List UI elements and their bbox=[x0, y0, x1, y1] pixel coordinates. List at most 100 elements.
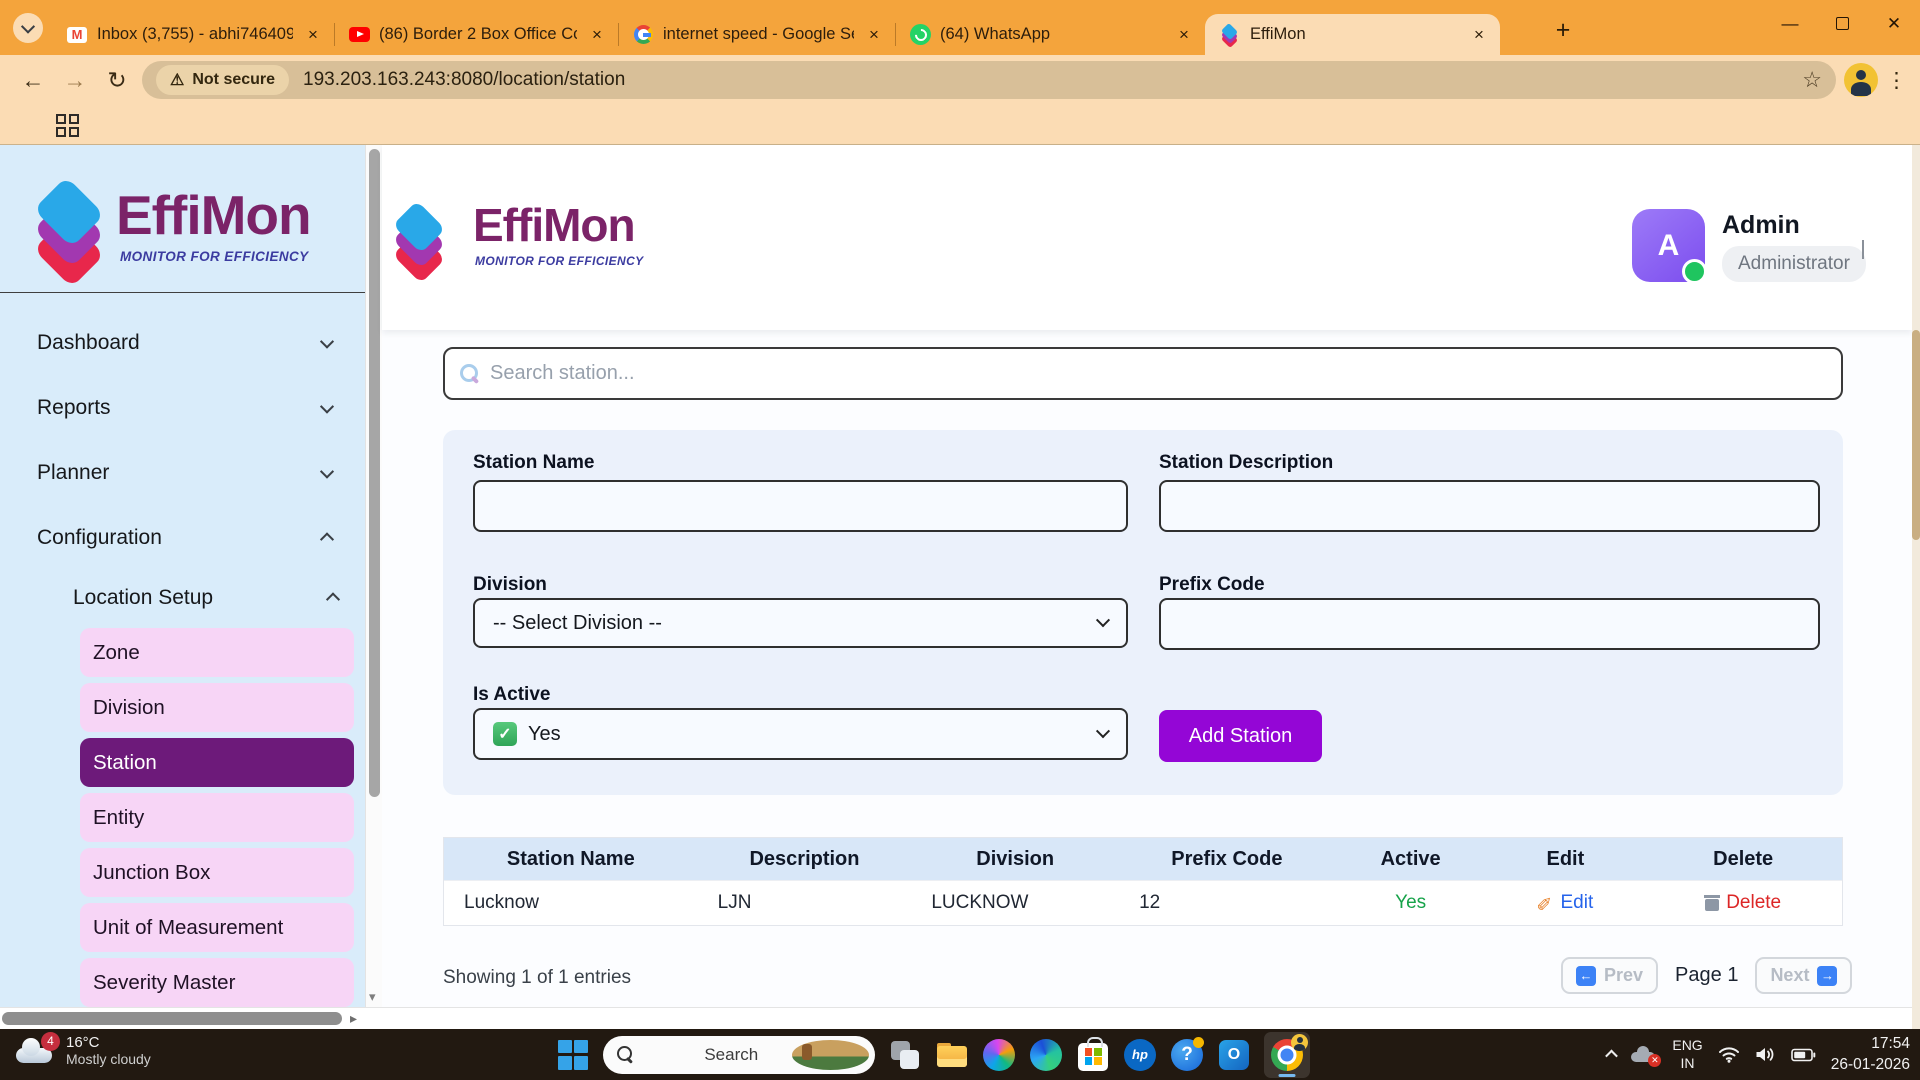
cell-division: LUCKNOW bbox=[911, 881, 1119, 925]
prev-label: Prev bbox=[1604, 965, 1643, 986]
tab-close-icon[interactable]: × bbox=[302, 24, 324, 46]
get-help-button[interactable]: ? bbox=[1170, 1038, 1204, 1072]
horizontal-scrollbar[interactable]: ▸ bbox=[0, 1007, 1912, 1029]
sidebar-item-zone[interactable]: Zone bbox=[80, 628, 354, 677]
chrome-button-active[interactable] bbox=[1264, 1032, 1310, 1078]
prefix-code-input[interactable] bbox=[1159, 598, 1820, 650]
user-menu-chevron[interactable] bbox=[1862, 240, 1864, 258]
browser-menu-icon[interactable]: ⋮ bbox=[1886, 68, 1904, 93]
table-row: Lucknow LJN LUCKNOW 12 Yes ✎ Edit bbox=[444, 880, 1842, 925]
sidebar-item-junction-box[interactable]: Junction Box bbox=[80, 848, 354, 897]
edit-link[interactable]: ✎ Edit bbox=[1538, 892, 1594, 915]
page-vertical-scrollbar[interactable] bbox=[1912, 145, 1920, 1029]
delete-link[interactable]: Delete bbox=[1705, 892, 1781, 914]
reload-button[interactable]: ↻ bbox=[100, 63, 134, 97]
help-icon: ? bbox=[1171, 1039, 1203, 1071]
user-avatar[interactable]: A bbox=[1632, 209, 1705, 282]
sidebar-item-reports[interactable]: Reports bbox=[0, 388, 365, 428]
sidebar-item-configuration[interactable]: Configuration bbox=[0, 518, 365, 558]
new-tab-button[interactable]: + bbox=[1548, 15, 1578, 45]
screen: Inbox (3,755) - abhi7464099@g × (86) Bor… bbox=[0, 0, 1920, 1080]
onedrive-icon[interactable]: ✕ bbox=[1631, 1046, 1657, 1064]
taskbar-clock[interactable]: 17:54 26-01-2026 bbox=[1831, 1034, 1910, 1074]
sidebar-item-unit-of-measurement[interactable]: Unit of Measurement bbox=[80, 903, 354, 952]
minimize-button[interactable]: — bbox=[1764, 0, 1816, 47]
edge-button[interactable] bbox=[1029, 1038, 1063, 1072]
chevron-down-icon bbox=[320, 465, 334, 479]
tab-whatsapp[interactable]: (64) WhatsApp × bbox=[895, 14, 1205, 55]
language-line2: IN bbox=[1672, 1055, 1702, 1073]
taskbar-search[interactable]: Search bbox=[603, 1036, 875, 1074]
language-indicator[interactable]: ENG IN bbox=[1672, 1037, 1702, 1072]
back-button[interactable]: ← bbox=[16, 63, 50, 97]
station-name-input[interactable] bbox=[473, 480, 1128, 532]
tab-close-icon[interactable]: × bbox=[586, 24, 608, 46]
sidebar-item-label: Dashboard bbox=[37, 331, 140, 355]
tab-title: (86) Border 2 Box Office Collecti bbox=[379, 25, 577, 44]
copilot-button[interactable] bbox=[982, 1038, 1016, 1072]
tab-close-icon[interactable]: × bbox=[1468, 24, 1490, 46]
start-button[interactable] bbox=[556, 1038, 590, 1072]
url-text[interactable]: 193.203.163.243:8080/location/station bbox=[303, 69, 625, 91]
task-view-button[interactable] bbox=[888, 1038, 922, 1072]
address-bar[interactable]: ⚠ Not secure 193.203.163.243:8080/locati… bbox=[142, 61, 1836, 99]
station-search-box[interactable] bbox=[443, 347, 1843, 400]
sidebar-item-severity-master[interactable]: Severity Master bbox=[80, 958, 354, 1007]
sidebar-item-planner[interactable]: Planner bbox=[0, 453, 365, 493]
tab-google-search[interactable]: internet speed - Google Search × bbox=[618, 14, 895, 55]
division-select[interactable]: -- Select Division -- bbox=[473, 598, 1128, 648]
scrollbar-thumb[interactable] bbox=[2, 1012, 342, 1025]
security-chip[interactable]: ⚠ Not secure bbox=[156, 65, 289, 95]
scrollbar-thumb[interactable] bbox=[1912, 330, 1920, 540]
scrollbar-thumb[interactable] bbox=[369, 149, 380, 797]
tab-search-button[interactable] bbox=[13, 13, 43, 43]
station-name-label: Station Name bbox=[473, 452, 594, 474]
microsoft-store-button[interactable] bbox=[1076, 1038, 1110, 1072]
taskbar-center: Search hp ? O bbox=[556, 1029, 1310, 1080]
add-station-button[interactable]: Add Station bbox=[1159, 710, 1322, 762]
file-explorer-button[interactable] bbox=[935, 1038, 969, 1072]
forward-button[interactable]: → bbox=[58, 63, 92, 97]
next-button[interactable]: Next → bbox=[1755, 957, 1852, 994]
sidebar-item-division[interactable]: Division bbox=[80, 683, 354, 732]
sidebar-item-location-setup[interactable]: Location Setup bbox=[0, 578, 365, 618]
bookmark-star-icon[interactable]: ☆ bbox=[1802, 67, 1822, 93]
scrollbar-down-arrow[interactable]: ▾ bbox=[369, 989, 376, 1005]
volume-icon[interactable] bbox=[1755, 1046, 1776, 1063]
tab-title: Inbox (3,755) - abhi7464099@g bbox=[97, 25, 293, 44]
sidebar-item-entity[interactable]: Entity bbox=[80, 793, 354, 842]
tab-close-icon[interactable]: × bbox=[863, 24, 885, 46]
division-select-value: -- Select Division -- bbox=[493, 612, 662, 635]
column-header: Station Name bbox=[444, 838, 698, 880]
edit-label: Edit bbox=[1561, 892, 1594, 914]
taskbar-search-label: Search bbox=[704, 1045, 781, 1065]
tray-chevron-up-icon[interactable] bbox=[1605, 1050, 1618, 1063]
sidebar-item-station-selected[interactable]: Station bbox=[80, 738, 354, 787]
sidebar-item-dashboard[interactable]: Dashboard bbox=[0, 323, 365, 363]
prev-button[interactable]: ← Prev bbox=[1561, 957, 1658, 994]
station-search-input[interactable] bbox=[490, 362, 1826, 385]
apps-grid-icon[interactable] bbox=[56, 114, 79, 137]
column-header: Prefix Code bbox=[1119, 838, 1335, 880]
scrollbar-right-arrow[interactable]: ▸ bbox=[350, 1010, 357, 1027]
cell-delete: Delete bbox=[1644, 881, 1842, 925]
is-active-select[interactable]: ✓ Yes bbox=[473, 708, 1128, 760]
outlook-button[interactable]: O bbox=[1217, 1038, 1251, 1072]
browser-profile-avatar[interactable] bbox=[1844, 63, 1878, 97]
tab-gmail[interactable]: Inbox (3,755) - abhi7464099@g × bbox=[52, 14, 334, 55]
hp-app-button[interactable]: hp bbox=[1123, 1038, 1157, 1072]
youtube-icon bbox=[348, 24, 370, 46]
next-label: Next bbox=[1770, 965, 1809, 986]
station-description-input[interactable] bbox=[1159, 480, 1820, 532]
tab-effimon-active[interactable]: EffiMon × bbox=[1205, 14, 1500, 55]
weather-widget[interactable]: 4 16°C Mostly cloudy bbox=[14, 1034, 151, 1067]
wifi-icon[interactable] bbox=[1718, 1046, 1740, 1063]
sidebar-scrollbar[interactable]: ▾ bbox=[365, 145, 382, 1007]
close-button[interactable]: ✕ bbox=[1868, 0, 1920, 47]
tab-close-icon[interactable]: × bbox=[1173, 24, 1195, 46]
maximize-button[interactable] bbox=[1816, 0, 1868, 47]
is-active-label: Is Active bbox=[473, 684, 550, 706]
pencil-icon: ✎ bbox=[1534, 895, 1557, 911]
battery-icon[interactable] bbox=[1791, 1048, 1816, 1062]
tab-youtube[interactable]: (86) Border 2 Box Office Collecti × bbox=[334, 14, 618, 55]
